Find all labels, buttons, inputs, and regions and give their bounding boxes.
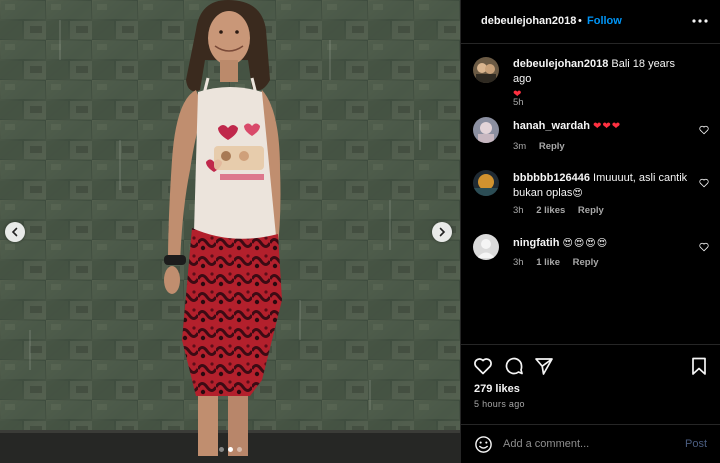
comment-body: ❤❤❤ bbox=[593, 121, 622, 132]
caption-row: debeulejohan2018 Bali 18 years ago ❤ 5h bbox=[461, 55, 720, 108]
heart-icon[interactable] bbox=[699, 178, 709, 188]
author-username[interactable]: debeulejohan2018 bbox=[481, 15, 576, 27]
post-photo bbox=[0, 0, 460, 463]
caption-meta: 5h bbox=[513, 97, 534, 108]
reply-button[interactable]: Reply bbox=[578, 205, 604, 216]
reply-button[interactable]: Reply bbox=[573, 257, 599, 268]
comment-emoji: 😍 bbox=[572, 188, 584, 199]
heart-icon[interactable] bbox=[699, 125, 709, 135]
comment-row: hanah_wardah ❤❤❤ 3m Reply bbox=[461, 115, 720, 155]
smiley-icon[interactable] bbox=[474, 435, 493, 454]
previous-photo-button[interactable] bbox=[5, 222, 25, 242]
comments-list: debeulejohan2018 Bali 18 years ago ❤ 5h h… bbox=[461, 45, 720, 343]
post-actions: 279 likes 5 hours ago bbox=[461, 344, 720, 423]
bookmark-icon[interactable] bbox=[689, 356, 709, 376]
next-photo-button[interactable] bbox=[432, 222, 452, 242]
avatar-image bbox=[473, 234, 499, 260]
chevron-right-icon bbox=[439, 227, 446, 237]
carousel-dot bbox=[236, 447, 242, 452]
avatar-image bbox=[473, 57, 499, 83]
comment-meta: 3h 2 likes Reply bbox=[513, 205, 614, 216]
post-timestamp[interactable]: 5 hours ago bbox=[474, 399, 525, 409]
caption-time: 5h bbox=[513, 97, 524, 108]
comment-username[interactable]: hanah_wardah bbox=[513, 120, 590, 132]
comment-meta: 3m Reply bbox=[513, 141, 575, 152]
separator-dot: • bbox=[578, 15, 582, 27]
more-horizontal-icon[interactable] bbox=[691, 13, 709, 29]
comment-likes[interactable]: 1 like bbox=[536, 257, 560, 268]
carousel-dot-active bbox=[227, 447, 233, 452]
caption-text: debeulejohan2018 Bali 18 years ago ❤ bbox=[513, 57, 693, 102]
comment-time: 3h bbox=[513, 205, 524, 216]
comment-meta: 3h 1 like Reply bbox=[513, 257, 609, 268]
comment-username[interactable]: ningfatih bbox=[513, 237, 559, 249]
comment-text: bbbbbb126446 Imuuuut, asli cantik bukan o… bbox=[513, 171, 693, 201]
comment-username[interactable]: debeulejohan2018 bbox=[513, 58, 608, 70]
avatar[interactable] bbox=[473, 170, 499, 196]
comment-time: 3h bbox=[513, 257, 524, 268]
carousel-dot bbox=[218, 447, 224, 452]
avatar-image bbox=[473, 170, 499, 196]
follow-button[interactable]: Follow bbox=[587, 15, 622, 27]
avatar[interactable] bbox=[473, 57, 499, 83]
comment-body: 😍😍😍😍 bbox=[562, 238, 609, 249]
heart-icon[interactable] bbox=[473, 356, 493, 376]
likes-count[interactable]: 279 likes bbox=[474, 383, 520, 395]
comment-time: 3m bbox=[513, 141, 527, 152]
comment-input[interactable] bbox=[503, 434, 673, 454]
post-comment-button[interactable]: Post bbox=[685, 438, 707, 450]
avatar[interactable] bbox=[473, 234, 499, 260]
comment-row: ningfatih 😍😍😍😍 3h 1 like Reply bbox=[461, 233, 720, 273]
avatar[interactable] bbox=[473, 117, 499, 143]
carousel-indicator bbox=[0, 447, 460, 452]
comment-row: bbbbbb126446 Imuuuut, asli cantik bukan o… bbox=[461, 168, 720, 220]
comment-text: hanah_wardah ❤❤❤ bbox=[513, 119, 693, 134]
chevron-left-icon bbox=[11, 227, 18, 237]
comment-icon[interactable] bbox=[504, 356, 524, 376]
comment-username[interactable]: bbbbbb126446 bbox=[513, 172, 590, 184]
post-side-panel: debeulejohan2018 • Follow debeulejohan20… bbox=[460, 0, 720, 463]
add-comment-bar: Post bbox=[461, 424, 720, 463]
post-media bbox=[0, 0, 460, 463]
comment-likes[interactable]: 2 likes bbox=[536, 205, 565, 216]
comment-text: ningfatih 😍😍😍😍 bbox=[513, 236, 693, 251]
reply-button[interactable]: Reply bbox=[539, 141, 565, 152]
avatar-image bbox=[473, 117, 499, 143]
post-header: debeulejohan2018 • Follow bbox=[461, 0, 720, 44]
send-icon[interactable] bbox=[534, 356, 554, 376]
heart-icon[interactable] bbox=[699, 242, 709, 252]
